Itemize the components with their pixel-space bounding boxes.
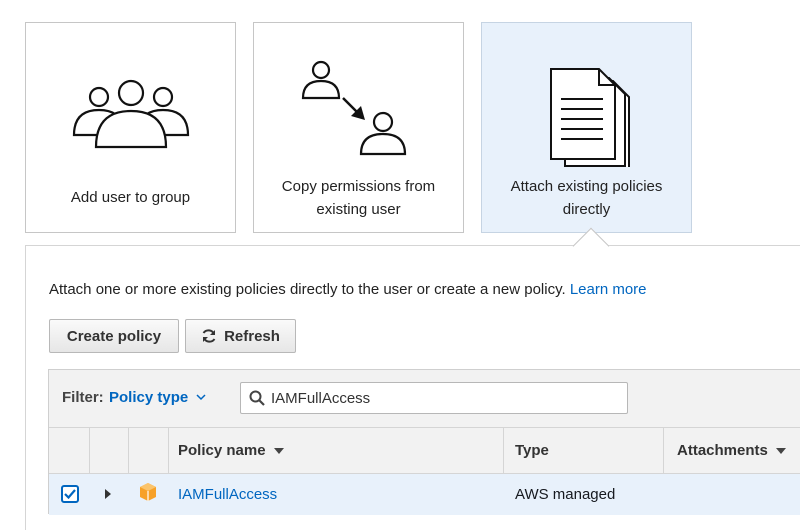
refresh-label: Refresh <box>224 327 280 345</box>
header-select-cell <box>49 428 90 473</box>
attach-policies-label-line2: directly <box>562 201 611 218</box>
header-icon-cell <box>129 428 169 473</box>
refresh-button[interactable]: Refresh <box>185 319 296 353</box>
copy-permissions-label-line2: existing user <box>316 201 401 218</box>
policy-name-link[interactable]: IAMFullAccess <box>178 486 277 503</box>
description-text: Attach one or more existing policies dir… <box>49 281 566 298</box>
filter-bar: Filter: Policy type <box>49 370 800 428</box>
learn-more-link[interactable]: Learn more <box>570 281 647 298</box>
copy-permissions-card[interactable]: Copy permissions from existing user <box>253 22 464 233</box>
search-icon <box>249 390 265 406</box>
policy-name-header-label: Policy name <box>178 442 266 459</box>
expand-row-icon[interactable] <box>105 489 111 499</box>
column-header-attachments[interactable]: Attachments <box>664 428 800 473</box>
checkmark-icon <box>64 489 76 499</box>
policy-search-input[interactable] <box>271 389 611 407</box>
table-row[interactable]: IAMFullAccess AWS managed 1 <box>49 474 800 515</box>
attachments-cell: 1 <box>664 474 800 515</box>
attachments-header-label: Attachments <box>677 442 768 459</box>
sort-caret-icon <box>775 447 786 454</box>
column-header-type[interactable]: Type <box>504 428 664 473</box>
copy-user-permissions-icon <box>301 60 407 156</box>
filter-label: Filter: <box>62 389 104 406</box>
user-group-icon <box>72 79 190 149</box>
add-user-to-group-card[interactable]: Add user to group <box>25 22 236 233</box>
column-header-policy-name[interactable]: Policy name <box>169 428 504 473</box>
create-policy-label: Create policy <box>66 327 162 345</box>
sort-caret-icon <box>273 447 284 454</box>
aws-managed-policy-icon <box>140 483 156 501</box>
type-header-label: Type <box>515 442 549 459</box>
policies-table: Filter: Policy type Policy name Type Att <box>48 369 800 515</box>
panel-description: Attach one or more existing policies dir… <box>49 281 647 298</box>
document-stack-icon <box>550 68 630 167</box>
policy-type-cell: AWS managed <box>515 486 616 503</box>
table-header-row: Policy name Type Attachments <box>49 428 800 474</box>
header-expand-cell <box>90 428 129 473</box>
policy-type-filter-dropdown[interactable]: Policy type <box>109 389 206 406</box>
policy-type-filter-label: Policy type <box>109 389 189 406</box>
chevron-down-icon <box>196 394 206 401</box>
policy-name-cell: IAMFullAccess <box>169 474 504 515</box>
attach-policies-card[interactable]: Attach existing policies directly <box>481 22 692 233</box>
create-policy-button[interactable]: Create policy <box>49 319 179 353</box>
refresh-icon <box>202 329 216 343</box>
policy-search-box[interactable] <box>240 382 628 414</box>
attach-policies-label-line1: Attach existing policies <box>510 178 663 195</box>
copy-permissions-label-line1: Copy permissions from <box>281 178 436 195</box>
row-select-checkbox[interactable] <box>61 485 79 503</box>
add-user-to-group-label: Add user to group <box>70 189 191 206</box>
